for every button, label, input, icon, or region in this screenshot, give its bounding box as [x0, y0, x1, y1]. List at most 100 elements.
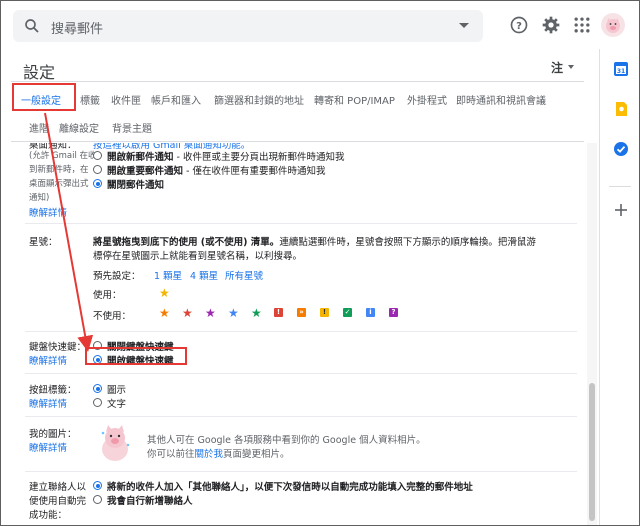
tab-forwarding-pop-imap[interactable]: 轉寄和 POP/IMAP: [314, 92, 395, 107]
auto-add-contacts-radio[interactable]: [93, 481, 102, 490]
star-yellow-icon[interactable]: ★: [159, 287, 170, 299]
my-picture-info: 其他人可在 Google 各項服務中看到你的 Google 個人資料相片。: [147, 435, 426, 446]
guillemet-orange-icon[interactable]: »: [297, 308, 306, 317]
create-contacts-label: 成功能：: [29, 510, 68, 521]
keyboard-shortcuts-label: 鍵盤快速鍵：: [29, 342, 87, 353]
desktop-notifications-note: 通知): [29, 193, 50, 203]
tab-filters[interactable]: 篩選器和封鎖的地址: [214, 92, 304, 107]
question-purple-icon[interactable]: ?: [389, 308, 398, 317]
search-input[interactable]: 搜尋郵件: [51, 18, 103, 37]
preset-1-star-link[interactable]: 1 顆星: [154, 268, 182, 282]
stars-in-use-label: 使用：: [93, 290, 122, 301]
search-options-icon[interactable]: [459, 23, 469, 28]
desktop-notifications-learn-more-link[interactable]: 瞭解詳情: [29, 205, 67, 219]
top-bar: 搜尋郵件 ?: [1, 1, 639, 49]
star-red-icon[interactable]: ★: [182, 307, 193, 319]
stars-description-rest: 連續點選郵件時，星號會按照下方顯示的順序輪換。把滑鼠游: [279, 237, 536, 248]
create-contacts-label: 便使用自動完: [29, 496, 87, 507]
divider: [25, 373, 577, 374]
tab-offline[interactable]: 離線設定: [59, 120, 99, 135]
gear-icon[interactable]: [541, 15, 561, 35]
page-title: 設定: [23, 63, 56, 82]
option-title: 開啟重要郵件通知: [107, 166, 184, 177]
button-labels-learn-more-link[interactable]: 瞭解詳情: [29, 396, 67, 410]
button-labels-text-radio[interactable]: [93, 398, 102, 407]
tab-themes[interactable]: 背景主題: [112, 120, 152, 135]
tab-labels[interactable]: 標籤: [80, 92, 100, 107]
apps-grid-icon[interactable]: [572, 15, 592, 35]
my-picture-label: 我的圖片：: [29, 429, 77, 440]
keyboard-shortcuts-learn-more-link[interactable]: 瞭解詳情: [29, 353, 67, 367]
button-labels-icons-option: 圖示: [107, 385, 127, 396]
preset-all-stars-link[interactable]: 所有星號: [225, 268, 263, 282]
annotation-box-shortcuts-on: [85, 347, 187, 365]
check-green-icon[interactable]: ✓: [343, 308, 352, 317]
stars-description-line2: 標停在星號圖示上就能看到星號名稱，以利搜尋。: [93, 251, 303, 262]
stars-description-bold: 將星號拖曳到底下的使用 (或不使用) 清單。: [93, 237, 280, 248]
divider: [25, 471, 577, 472]
button-labels-icons-radio[interactable]: [93, 384, 102, 393]
my-picture-change-prefix: 你可以前往: [147, 449, 195, 460]
about-me-link[interactable]: 關於我: [195, 449, 224, 460]
manual-add-contacts-option: 我會自行新增聯絡人: [107, 496, 193, 507]
desktop-notifications-note: 桌面顯示彈出式: [29, 179, 89, 189]
important-mail-notifications-option: 開啟重要郵件通知 - 僅在收件匣有重要郵件時通知我: [107, 163, 325, 177]
divider: [11, 141, 584, 142]
mail-notifications-off-option: 關閉郵件通知: [107, 180, 165, 191]
stars-label: 星號：: [29, 237, 58, 248]
tab-accounts-import[interactable]: 帳戶和匯入: [151, 92, 201, 107]
desktop-notifications-note: 到新郵件時，在: [29, 165, 89, 175]
tasks-icon[interactable]: [613, 141, 629, 157]
star-orange-icon[interactable]: ★: [159, 307, 170, 319]
search-bar[interactable]: 搜尋郵件: [13, 10, 483, 42]
star-green-icon[interactable]: ★: [251, 307, 262, 319]
search-icon[interactable]: [23, 17, 41, 35]
mail-notifications-off-radio[interactable]: [93, 179, 102, 188]
new-mail-notifications-radio[interactable]: [93, 151, 102, 160]
bang-yellow-icon[interactable]: !: [320, 308, 329, 317]
tab-addons[interactable]: 外掛程式: [407, 92, 447, 107]
profile-picture-pig-icon[interactable]: [95, 421, 135, 465]
option-title: 開啟新郵件通知: [107, 152, 174, 163]
auto-add-contacts-option: 將新的收件人加入「其他聯絡人」，以便下次發信時以自動完成功能填入完整的郵件地址: [107, 482, 473, 493]
calendar-icon[interactable]: 31: [613, 61, 629, 77]
stars-not-in-use-label: 不使用：: [93, 311, 132, 322]
my-picture-change-suffix: 頁面變更相片。: [223, 449, 290, 460]
my-picture-learn-more-link[interactable]: 瞭解詳情: [29, 440, 67, 454]
button-labels-text-option: 文字: [107, 399, 127, 410]
info-blue-icon[interactable]: i: [366, 308, 375, 317]
option-description: - 僅在收件匣有重要郵件時通知我: [183, 166, 326, 177]
svg-text:?: ?: [516, 21, 522, 32]
stars-description: 將星號拖曳到底下的使用 (或不使用) 清單。連續點選郵件時，星號會按照下方顯示的…: [93, 234, 536, 248]
divider: [11, 81, 584, 82]
preset-4-stars-link[interactable]: 4 顆星: [190, 268, 218, 282]
tab-inbox[interactable]: 收件匣: [111, 92, 141, 107]
pig-avatar-icon: [606, 18, 620, 33]
option-description: - 收件匣或主要分頁出現新郵件時通知我: [173, 152, 345, 163]
bang-red-icon[interactable]: !: [274, 308, 283, 317]
star-purple-icon[interactable]: ★: [205, 307, 216, 319]
manual-add-contacts-radio[interactable]: [93, 495, 102, 504]
help-icon[interactable]: ?: [509, 15, 529, 35]
divider: [25, 223, 577, 224]
tab-advanced[interactable]: 進階: [29, 120, 49, 135]
avatar[interactable]: [601, 13, 625, 37]
desktop-notifications-note: (允許 Gmail 在收: [29, 151, 97, 161]
side-panel: [599, 49, 639, 525]
my-picture-change: 你可以前往關於我頁面變更相片。: [147, 446, 290, 460]
display-density-button[interactable]: 注: [551, 59, 563, 76]
annotation-box-general-tab: [12, 83, 76, 111]
chevron-down-icon[interactable]: [568, 65, 574, 69]
add-icon[interactable]: [613, 202, 629, 218]
star-blue-icon[interactable]: ★: [228, 307, 239, 319]
tab-chat-meet[interactable]: 即時通訊和視訊會議: [456, 92, 546, 107]
button-labels-label: 按鈕標籤：: [29, 385, 77, 396]
gmail-settings-window: 搜尋郵件 ? 設定 注 一般設定 標籤 收件匣 帳戶和匯入 篩選器和封鎖的地址 …: [0, 0, 640, 526]
divider: [25, 331, 577, 332]
important-mail-notifications-radio[interactable]: [93, 165, 102, 174]
svg-text:31: 31: [617, 68, 625, 75]
scrollbar-thumb[interactable]: [589, 383, 595, 521]
keep-icon[interactable]: [613, 101, 629, 117]
divider: [609, 186, 631, 187]
new-mail-notifications-option: 開啟新郵件通知 - 收件匣或主要分頁出現新郵件時通知我: [107, 149, 344, 163]
